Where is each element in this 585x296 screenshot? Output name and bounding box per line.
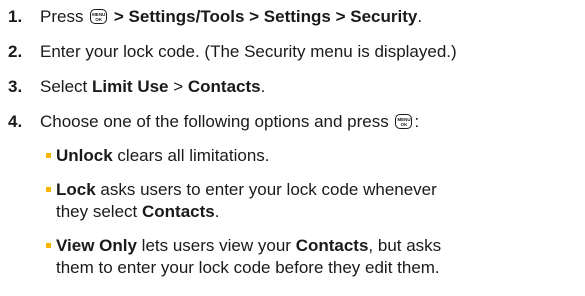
step-2: 2. Enter your lock code. (The Security me…	[8, 41, 457, 63]
step-4: 4. Choose one of the following options an…	[8, 112, 420, 131]
step-text: Enter your lock code. (The Security menu…	[40, 42, 457, 61]
step-number: 1.	[8, 7, 23, 26]
step-number: 4.	[8, 112, 23, 131]
option-description: asks users to enter your lock code whene…	[95, 180, 437, 199]
option-description: lets users view your	[136, 236, 296, 255]
bullet-icon	[46, 153, 51, 158]
step-1: 1. Press MENU OK > Settings/Tools > Settin…	[8, 7, 423, 26]
menu-item-limit-use: Limit Use	[91, 77, 169, 96]
instructions-document: 1. Press MENU OK > Settings/Tools > Settin…	[0, 0, 585, 296]
option-label: Unlock	[56, 146, 113, 165]
option-label: View Only	[56, 236, 137, 255]
option-label: Lock	[56, 180, 96, 199]
option-description: clears all limitations.	[112, 146, 270, 165]
bullet-icon	[46, 187, 51, 192]
menu-item-contacts: Contacts	[187, 77, 261, 96]
step-text: Choose one of the following options and …	[40, 112, 394, 131]
menu-ok-key-icon: MENU OK	[90, 9, 108, 24]
option-view-only: View Only lets users view your Contacts,…	[46, 235, 576, 279]
step-number: 2.	[8, 42, 23, 61]
menu-ok-key-icon: MENU OK	[395, 114, 413, 129]
option-lock: Lock asks users to enter your lock code …	[46, 179, 576, 223]
step-number: 3.	[8, 77, 23, 96]
bullet-icon	[46, 243, 51, 248]
option-unlock: Unlock clears all limitations.	[46, 145, 576, 167]
step-3: 3. Select Limit Use > Contacts.	[8, 77, 266, 96]
menu-path: > Settings/Tools > Settings > Security	[109, 7, 418, 26]
step-text: Press	[40, 7, 89, 26]
step-text: Select	[40, 77, 92, 96]
